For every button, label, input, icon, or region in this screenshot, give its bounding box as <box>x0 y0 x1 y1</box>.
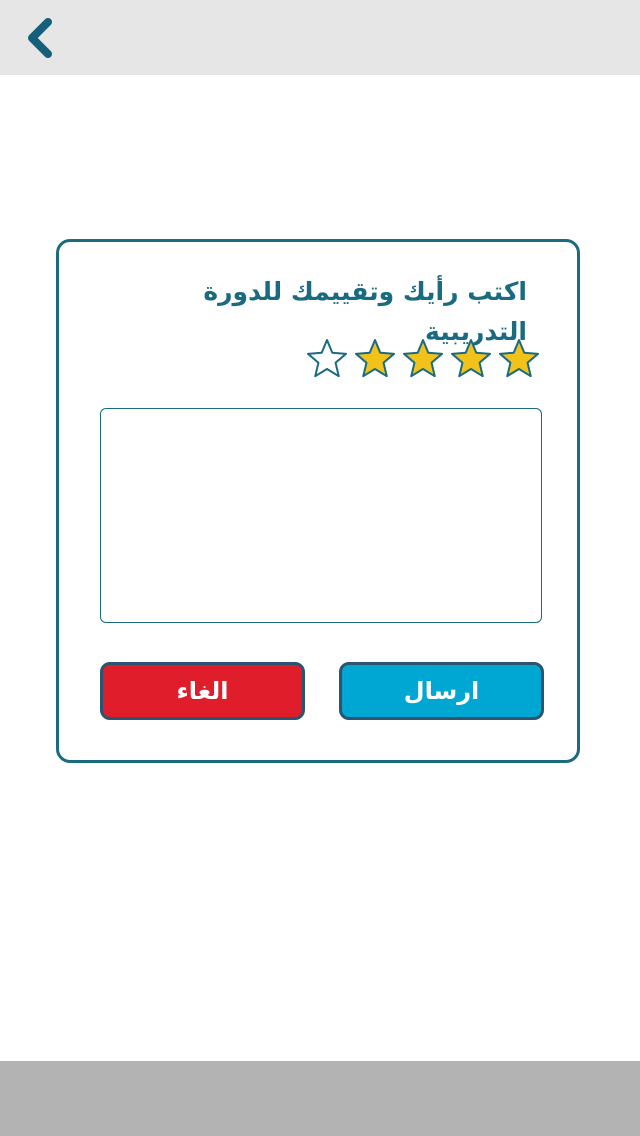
back-button[interactable] <box>18 10 68 66</box>
star-filled-icon[interactable] <box>401 337 445 381</box>
star-rating <box>305 337 541 385</box>
star-filled-icon[interactable] <box>449 337 493 381</box>
star-filled-icon[interactable] <box>497 337 541 381</box>
cancel-button[interactable]: الغاء <box>100 662 305 720</box>
comment-input[interactable] <box>100 408 542 623</box>
chevron-left-icon <box>18 10 68 66</box>
star-empty-icon[interactable] <box>305 337 349 381</box>
rating-card: اكتب رأيك وتقييمك للدورة التدريبية الغاء… <box>56 239 580 763</box>
top-bar <box>0 0 640 75</box>
star-filled-icon[interactable] <box>353 337 397 381</box>
send-button[interactable]: ارسال <box>339 662 544 720</box>
bottom-bar <box>0 1061 640 1136</box>
